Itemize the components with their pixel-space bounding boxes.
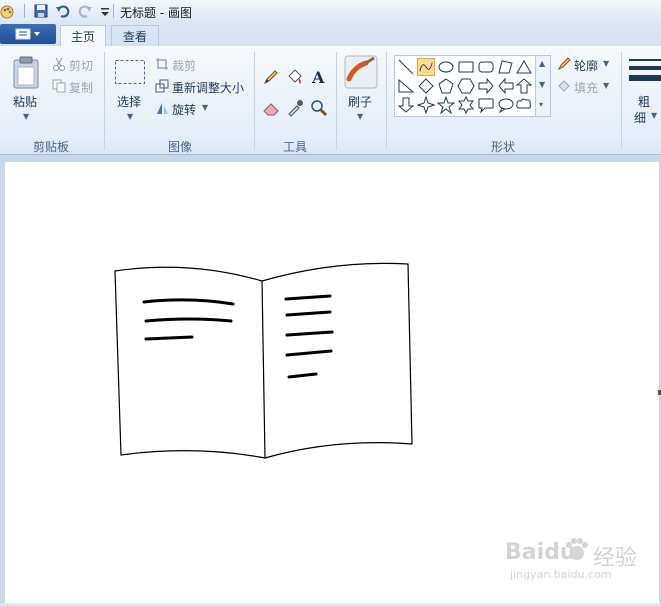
group-separator bbox=[386, 52, 387, 150]
select-button[interactable]: 选择 bbox=[117, 93, 141, 110]
paint-app-icon[interactable] bbox=[0, 3, 16, 19]
down-arrow-shape-icon[interactable] bbox=[397, 96, 415, 114]
curve-shape-icon[interactable] bbox=[417, 58, 435, 76]
rotate-icon bbox=[157, 103, 168, 114]
title-bar: 无标题 - 画图 bbox=[0, 0, 661, 22]
fill-icon bbox=[558, 80, 570, 92]
five-point-star-shape-icon[interactable] bbox=[437, 96, 455, 114]
undo-icon[interactable] bbox=[55, 3, 71, 19]
brushes-button[interactable]: 刷子 bbox=[348, 93, 372, 110]
eraser-icon bbox=[263, 103, 279, 116]
eraser-tool[interactable] bbox=[260, 97, 282, 119]
select-icon[interactable] bbox=[114, 59, 146, 85]
scroll-up-icon[interactable]: ▲ bbox=[539, 59, 545, 68]
outline-dropdown-icon[interactable]: ▼ bbox=[603, 59, 609, 68]
polygon-shape-icon[interactable] bbox=[497, 58, 515, 76]
brush-icon[interactable] bbox=[344, 55, 378, 89]
right-triangle-shape-icon[interactable] bbox=[397, 77, 415, 95]
cloud-callout-shape-icon[interactable] bbox=[515, 96, 533, 114]
scroll-down-icon[interactable]: ▼ bbox=[539, 80, 545, 89]
paste-dropdown-icon[interactable]: ▼ bbox=[23, 112, 29, 121]
shapes-group-label: 形状 bbox=[490, 140, 515, 154]
rounded-rectangle-shape-icon[interactable] bbox=[477, 58, 495, 76]
group-separator bbox=[621, 52, 622, 150]
tab-view[interactable]: 查看 bbox=[111, 25, 159, 47]
paw-icon bbox=[566, 538, 588, 560]
separator bbox=[113, 4, 114, 18]
image-group-label: 图像 bbox=[167, 140, 192, 154]
size-label-line1[interactable]: 粗 bbox=[638, 93, 650, 110]
paste-button[interactable]: 粘贴 bbox=[13, 93, 37, 110]
file-menu-button[interactable] bbox=[0, 24, 56, 44]
rotate-button[interactable]: 旋转 bbox=[172, 101, 196, 118]
paint-bucket-icon bbox=[288, 69, 302, 84]
app-menu-icon bbox=[15, 28, 40, 40]
oval-callout-shape-icon[interactable] bbox=[497, 96, 515, 114]
left-arrow-shape-icon[interactable] bbox=[497, 77, 515, 95]
separator bbox=[24, 4, 25, 18]
hexagon-shape-icon[interactable] bbox=[457, 77, 475, 95]
watermark-url: jingyan.baidu.com bbox=[510, 568, 612, 581]
pencil-icon bbox=[263, 70, 278, 85]
copy-icon bbox=[52, 79, 66, 93]
four-point-star-shape-icon[interactable] bbox=[417, 96, 435, 114]
group-separator bbox=[336, 52, 337, 150]
text-icon: A bbox=[311, 68, 325, 87]
window-title: 无标题 - 画图 bbox=[120, 6, 192, 20]
oval-shape-icon[interactable] bbox=[437, 58, 455, 76]
cut-button[interactable]: 剪切 bbox=[69, 57, 93, 74]
outline-icon bbox=[557, 57, 571, 71]
line-shape-icon[interactable] bbox=[397, 58, 415, 76]
triangle-shape-icon[interactable] bbox=[515, 58, 533, 76]
up-arrow-shape-icon[interactable] bbox=[515, 77, 533, 95]
fill-dropdown-icon[interactable]: ▼ bbox=[603, 81, 609, 90]
crop-button[interactable]: 裁剪 bbox=[172, 57, 196, 74]
svg-text:A: A bbox=[311, 68, 325, 87]
fill-button[interactable]: 填充 bbox=[574, 79, 598, 96]
fill-tool[interactable] bbox=[284, 66, 306, 88]
rect-callout-shape-icon[interactable] bbox=[477, 96, 495, 114]
pentagon-shape-icon[interactable] bbox=[437, 77, 455, 95]
eyedropper-icon bbox=[288, 100, 303, 117]
resize-button[interactable]: 重新调整大小 bbox=[172, 79, 244, 96]
copy-button[interactable]: 复制 bbox=[69, 79, 93, 96]
text-tool[interactable]: A bbox=[308, 66, 330, 88]
brushes-dropdown-icon[interactable]: ▼ bbox=[357, 112, 363, 121]
watermark: Baidu 经验 jingyan.baidu.com bbox=[505, 530, 655, 590]
pencil-tool[interactable] bbox=[260, 66, 282, 88]
paste-icon[interactable] bbox=[12, 55, 40, 89]
group-separator bbox=[254, 52, 255, 150]
color-picker-tool[interactable] bbox=[284, 97, 306, 119]
magnifier-tool[interactable] bbox=[308, 97, 330, 119]
more-shapes-icon[interactable]: ▾ bbox=[539, 100, 543, 109]
rectangle-shape-icon[interactable] bbox=[457, 58, 475, 76]
magnifier-icon bbox=[311, 100, 328, 117]
size-dropdown-icon[interactable]: ▼ bbox=[651, 111, 657, 120]
six-point-star-shape-icon[interactable] bbox=[457, 96, 475, 114]
tab-home[interactable]: 主页 bbox=[60, 25, 106, 47]
shapes-gallery bbox=[394, 55, 536, 117]
resize-icon bbox=[155, 79, 169, 93]
group-separator bbox=[104, 52, 105, 150]
redo-icon[interactable] bbox=[77, 3, 93, 19]
tools-group-label: 工具 bbox=[282, 140, 307, 154]
shapes-scroll[interactable]: ▲ ▼ ▾ bbox=[535, 55, 551, 117]
customize-toolbar-icon[interactable] bbox=[97, 3, 113, 19]
save-icon[interactable] bbox=[33, 3, 49, 19]
scissors-icon bbox=[53, 57, 65, 71]
size-icon[interactable] bbox=[629, 57, 661, 89]
rotate-dropdown-icon[interactable]: ▼ bbox=[202, 103, 208, 112]
right-arrow-shape-icon[interactable] bbox=[477, 77, 495, 95]
select-dropdown-icon[interactable]: ▼ bbox=[127, 112, 133, 121]
diamond-shape-icon[interactable] bbox=[417, 77, 435, 95]
crop-icon bbox=[156, 58, 168, 70]
clipboard-group-label: 剪贴板 bbox=[32, 140, 69, 154]
size-label-line2[interactable]: 细 bbox=[634, 109, 646, 126]
outline-button[interactable]: 轮廓 bbox=[574, 57, 598, 74]
